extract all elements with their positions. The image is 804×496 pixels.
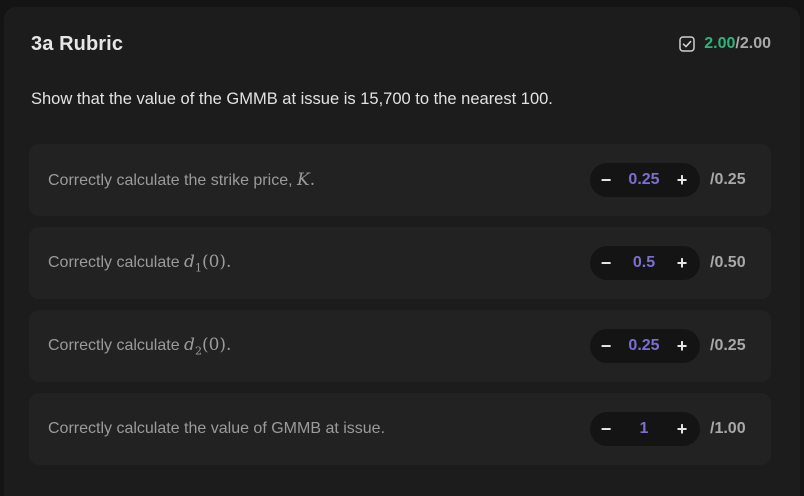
max-score: /1.00: [710, 420, 746, 437]
increment-button[interactable]: +: [674, 254, 690, 272]
score-stepper: − 0.25 +: [590, 163, 700, 197]
total-score: 2.00 /2.00: [679, 35, 771, 53]
score-controls: − 0.25 + /0.25: [590, 329, 754, 363]
increment-button[interactable]: +: [674, 337, 690, 355]
math-subscript: 1: [194, 261, 202, 275]
score-controls: − 0.5 + /0.50: [590, 246, 754, 280]
math-argument: (0): [201, 334, 227, 355]
rubric-item: Correctly calculate the value of GMMB at…: [29, 393, 771, 465]
score-value[interactable]: 1: [614, 420, 674, 438]
rubric-item: Correctly calculate the strike price, K.…: [29, 144, 771, 216]
score-earned: 2.00: [704, 35, 736, 52]
math-subscript: 2: [194, 344, 202, 358]
math-variable: d: [184, 251, 195, 272]
rubric-item-label: Correctly calculate the strike price, K.: [48, 170, 315, 190]
rubric-title: 3a Rubric: [31, 32, 124, 55]
rubric-item-text: Correctly calculate: [48, 253, 185, 271]
math-argument: (0): [201, 251, 227, 272]
increment-button[interactable]: +: [674, 420, 690, 438]
rubric-header: 3a Rubric 2.00 /2.00: [31, 31, 771, 57]
max-score: /0.25: [710, 171, 746, 188]
decrement-button[interactable]: −: [598, 254, 614, 272]
score-stepper: − 0.25 +: [590, 329, 700, 363]
decrement-button[interactable]: −: [598, 420, 614, 438]
rubric-items: Correctly calculate the strike price, K.…: [29, 144, 771, 476]
score-stepper: − 1 +: [590, 412, 700, 446]
math-expression: K.: [297, 170, 315, 190]
score-value[interactable]: 0.25: [614, 171, 674, 189]
math-punctuation: .: [226, 334, 232, 355]
score-controls: − 0.25 + /0.25: [590, 163, 754, 197]
decrement-button[interactable]: −: [598, 171, 614, 189]
rubric-item-label: Correctly calculate the value of GMMB at…: [48, 420, 386, 437]
math-variable: K: [296, 170, 310, 190]
checkbox-checked-icon: [679, 36, 696, 52]
math-expression: d1(0).: [184, 251, 232, 275]
increment-button[interactable]: +: [674, 171, 690, 189]
max-score: /0.25: [710, 337, 746, 354]
score-stepper: − 0.5 +: [590, 246, 700, 280]
rubric-panel: 3a Rubric 2.00 /2.00 Show that the value…: [4, 7, 800, 496]
score-total: /2.00: [735, 35, 771, 52]
score-value[interactable]: 0.5: [614, 254, 674, 272]
question-text: Show that the value of the GMMB at issue…: [31, 90, 553, 108]
math-variable: d: [184, 334, 195, 355]
score-controls: − 1 + /1.00: [590, 412, 754, 446]
max-score: /0.50: [710, 254, 746, 271]
decrement-button[interactable]: −: [598, 337, 614, 355]
rubric-item: Correctly calculate d2(0). − 0.25 + /0.2…: [29, 310, 771, 382]
rubric-item-label: Correctly calculate d1(0).: [48, 252, 231, 274]
math-punctuation: .: [309, 170, 316, 190]
rubric-item-text: Correctly calculate: [48, 336, 185, 354]
math-punctuation: .: [226, 251, 232, 272]
math-expression: d2(0).: [184, 334, 232, 358]
rubric-item-label: Correctly calculate d2(0).: [48, 335, 231, 357]
rubric-item: Correctly calculate d1(0). − 0.5 + /0.50: [29, 227, 771, 299]
rubric-item-text: Correctly calculate the strike price,: [48, 172, 297, 189]
score-value[interactable]: 0.25: [614, 337, 674, 355]
